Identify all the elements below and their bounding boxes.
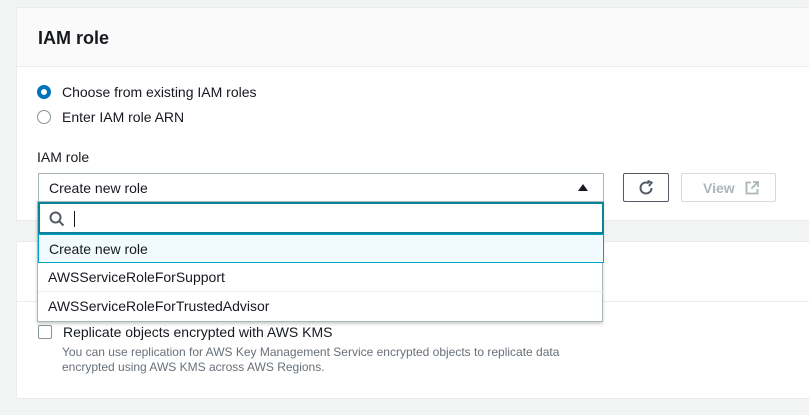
view-button-label: View xyxy=(703,180,735,196)
kms-checkbox[interactable] xyxy=(38,325,52,339)
radio-button[interactable] xyxy=(37,110,51,124)
panel-header: IAM role xyxy=(17,8,809,67)
radio-choose-existing[interactable]: Choose from existing IAM roles xyxy=(37,82,257,102)
view-button[interactable]: View xyxy=(681,173,776,202)
dropdown-search-input[interactable] xyxy=(38,202,604,234)
radio-label-enter-arn: Enter IAM role ARN xyxy=(62,109,185,125)
external-link-icon xyxy=(745,181,759,195)
dropdown-option-aws-service-role-trusted-advisor[interactable]: AWSServiceRoleForTrustedAdvisor xyxy=(38,292,604,321)
dropdown-option-label: AWSServiceRoleForTrustedAdvisor xyxy=(48,298,270,314)
dropdown-option-aws-service-role-support[interactable]: AWSServiceRoleForSupport xyxy=(38,263,604,292)
iam-role-panel: IAM role Choose from existing IAM roles … xyxy=(16,7,809,221)
kms-description: You can use replication for AWS Key Mana… xyxy=(62,345,560,374)
dropdown-option-create-new-role[interactable]: Create new role xyxy=(38,234,604,263)
refresh-icon xyxy=(639,179,654,195)
iam-role-dropdown: Create new role AWSServiceRoleForSupport… xyxy=(37,201,604,322)
dropdown-option-label: AWSServiceRoleForSupport xyxy=(48,269,225,285)
panel-title: IAM role xyxy=(38,28,110,48)
iam-role-field-label: IAM role xyxy=(37,149,90,165)
caret-up-icon xyxy=(578,184,588,191)
refresh-button[interactable] xyxy=(623,173,669,202)
kms-checkbox-row[interactable]: Replicate objects encrypted with AWS KMS xyxy=(38,324,333,340)
radio-label-choose-existing: Choose from existing IAM roles xyxy=(62,84,257,100)
iam-role-select-value: Create new role xyxy=(49,180,148,196)
dropdown-option-label: Create new role xyxy=(49,241,148,257)
kms-checkbox-label: Replicate objects encrypted with AWS KMS xyxy=(63,324,333,340)
radio-enter-arn[interactable]: Enter IAM role ARN xyxy=(37,107,184,127)
radio-button-checked[interactable] xyxy=(37,85,51,99)
iam-role-select[interactable]: Create new role xyxy=(38,173,604,202)
search-icon xyxy=(49,211,65,227)
text-cursor xyxy=(74,211,75,227)
